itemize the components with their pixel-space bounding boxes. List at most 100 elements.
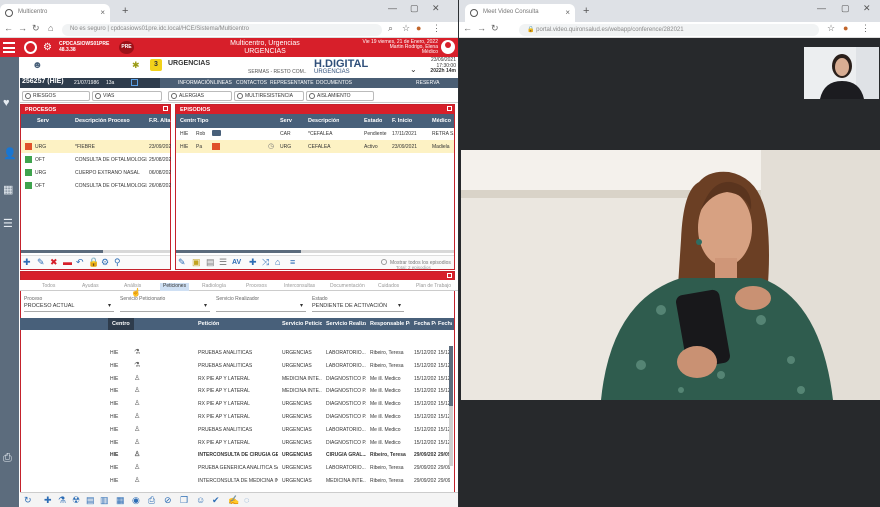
serv-real-dropdown-icon[interactable]: ▾ (300, 302, 303, 309)
hide-icon[interactable]: ◌ (244, 495, 249, 505)
user-avatar-icon[interactable] (441, 40, 455, 54)
reload-icon[interactable]: ↻ (32, 23, 40, 34)
orders-col-fecha2[interactable]: Fecha (438, 321, 452, 327)
orders-col-responsable[interactable]: Responsable Petición (370, 321, 410, 327)
minimize-icon[interactable]: — (388, 3, 397, 13)
tools-icon[interactable]: ⚙ (101, 257, 109, 268)
episodios-maximize-icon[interactable] (447, 106, 452, 111)
episodios-row[interactable]: HIE Rob CAR *CEFALEA Pendiente 17/11/202… (176, 127, 454, 140)
procesos-scrollbar[interactable] (21, 250, 170, 253)
add-icon[interactable]: ✚ (249, 257, 257, 268)
patient-checkbox[interactable] (131, 79, 138, 86)
orders-maximize-icon[interactable] (447, 273, 452, 278)
browser-menu-icon[interactable]: ⋮ (432, 23, 441, 34)
show-all-toggle[interactable] (381, 259, 387, 265)
user-icon[interactable]: 👤 (3, 147, 17, 160)
close-window-icon[interactable]: ✕ (863, 3, 871, 14)
episodios-col-serv[interactable]: Serv (280, 118, 292, 124)
view-icon[interactable]: ◉ (132, 495, 140, 506)
procesos-col-fecha[interactable]: F.R. Alta (149, 118, 171, 124)
episodios-col-medico[interactable]: Médico (432, 118, 454, 124)
orders-scroll-thumb[interactable] (449, 346, 453, 406)
maximize-icon[interactable]: ▢ (410, 3, 419, 14)
report-icon[interactable]: ▦ (116, 495, 125, 506)
settings-gear-icon[interactable]: ⚙ (43, 42, 52, 53)
order-row[interactable]: ♙ HIE PRUEBA GENERICA ANALITICA SA... URGEN… (20, 461, 452, 474)
remote-participant-video[interactable] (461, 150, 880, 400)
procesos-row[interactable]: OFT CONSULTA DE OFTALMOLOGÍA 26/08/2021 (21, 179, 171, 192)
person-icon[interactable]: ⚲ (114, 257, 121, 268)
filter-serv-real-field[interactable] (216, 311, 306, 312)
av-icon[interactable]: AV (232, 259, 241, 266)
orders-tab-plan[interactable]: Plan de Trabajo (416, 283, 451, 289)
forward-icon[interactable]: → (18, 23, 27, 33)
star-icon[interactable]: ☆ (827, 23, 835, 34)
orders-col-peticion[interactable]: Petición (198, 321, 219, 327)
procesos-col-serv[interactable]: Serv (37, 118, 49, 124)
order-row[interactable]: ♙ HIE RX PIE AP Y LATERAL URGENCIAS DIAGNÓST… (20, 436, 452, 449)
document-icon[interactable]: ▤ (86, 495, 95, 506)
cancel-icon[interactable]: ⊘ (164, 495, 172, 506)
order-row[interactable]: ⚗ HIE PRUEBAS ANALITICAS URGENCIAS LABORATOR… (20, 346, 452, 359)
close-window-icon[interactable]: ✕ (432, 3, 440, 14)
minimize-icon[interactable]: — (817, 3, 826, 13)
close-tab-icon[interactable]: × (100, 8, 105, 17)
orders-tab-ayudas[interactable]: Ayudas (82, 283, 99, 289)
back-icon[interactable]: ← (4, 23, 13, 33)
procesos-row[interactable]: URG CUERPO EXTRAÑO NASAL 06/08/2021 (21, 166, 171, 179)
estado-dropdown-icon[interactable]: ▾ (398, 302, 401, 309)
list-filter-icon[interactable]: ≡ (290, 257, 295, 267)
home-icon[interactable]: ⌂ (48, 23, 53, 33)
filter-aislamiento[interactable]: AISLAMIENTO (306, 91, 374, 101)
filter-riesgos[interactable]: RIESGOS (22, 91, 90, 101)
reload-icon[interactable]: ↻ (491, 23, 499, 34)
document-icon[interactable]: ▤ (206, 257, 215, 268)
browser-menu-icon[interactable]: ⋮ (861, 23, 870, 34)
order-row[interactable]: ♙ HIE PRUEBAS ANALITICAS URGENCIAS LABORATOR… (20, 423, 452, 436)
episodios-scrollbar[interactable] (176, 250, 454, 253)
episodios-col-inicio[interactable]: F. Inicio (392, 118, 412, 124)
order-row[interactable]: ⚗ HIE PRUEBAS ANALITICAS URGENCIAS LABORATOR… (20, 359, 452, 372)
profile-avatar-icon[interactable]: ● (843, 23, 848, 33)
filter-proceso-value[interactable]: PROCESO ACTUAL (24, 303, 74, 309)
order-row[interactable]: ♙ HIE RX PIE AP Y LATERAL URGENCIAS DIAGNÓST… (20, 410, 452, 423)
episodios-col-centro[interactable]: Centro (180, 118, 196, 124)
patient-tab-contactos[interactable]: CONTACTOS (236, 80, 267, 86)
delete-icon[interactable]: ✖ (50, 257, 58, 268)
allergy-icon[interactable]: ✱ (132, 60, 140, 71)
orders-col-serv-real[interactable]: Servicio Realizador (326, 321, 366, 327)
video-url-field[interactable]: 🔒 portal.video.quironsalud.es/webapp/con… (519, 24, 819, 36)
patient-tab-representante[interactable]: REPRESENTANTE (270, 80, 314, 86)
filter-multiresistencia[interactable]: MULTIRESISTENCIA (234, 91, 304, 101)
episodios-row[interactable]: HIE Pa ◷ URG CEFALEA Activo 23/09/2021 M… (176, 140, 454, 153)
orders-tab-documentacion[interactable]: Documentación (330, 283, 365, 289)
patient-icon[interactable]: ♥ (3, 97, 10, 109)
proceso-dropdown-icon[interactable]: ▾ (108, 302, 111, 309)
episodios-col-tipo[interactable]: Tipo (197, 118, 211, 124)
filter-serv-pet-field[interactable] (120, 311, 210, 312)
serv-pet-dropdown-icon[interactable]: ▾ (204, 302, 207, 309)
self-view-video[interactable] (804, 47, 879, 99)
orders-tab-cuidados[interactable]: Cuidados (378, 283, 399, 289)
browser-tab-video[interactable]: Meet Video Consulta × (465, 4, 575, 22)
patient-tab-documentos[interactable]: DOCUMENTOS (316, 80, 352, 86)
duplicate-icon[interactable]: ❐ (180, 495, 188, 506)
episodios-scroll-thumb[interactable] (176, 250, 302, 253)
hamburger-menu-icon[interactable] (3, 42, 15, 53)
order-row[interactable]: ♙ HIE INTERCONSULTA DE MEDICINA INT... URGE… (20, 474, 452, 487)
orders-tab-procesos[interactable]: Procesos (246, 283, 267, 289)
order-row[interactable]: ♙ HIE RX PIE AP Y LATERAL URGENCIAS DIAGNÓST… (20, 397, 452, 410)
procesos-row[interactable]: OFT CONSULTA DE OFTALMOLOGÍA 25/08/2021 (21, 153, 171, 166)
patient-tab-reserva[interactable]: RESERVA (416, 80, 439, 86)
palette-icon[interactable]: ▣ (192, 257, 201, 268)
procesos-col-descripcion[interactable]: Descripción Proceso (75, 118, 130, 124)
approve-icon[interactable]: ✔ (212, 495, 220, 506)
order-row[interactable]: ♙ HIE RX PIE AP Y LATERAL MEDICINA INTE... D… (20, 372, 452, 385)
edit-icon[interactable]: ✎ (178, 257, 186, 268)
sign-icon[interactable]: ✍ (228, 495, 239, 506)
lab-icon[interactable]: ⚗ (58, 495, 66, 506)
remove-icon[interactable]: ▬ (63, 257, 72, 267)
maximize-icon[interactable]: ▢ (841, 3, 850, 14)
orders-scrollbar[interactable] (449, 346, 453, 466)
undo-icon[interactable]: ↶ (76, 257, 84, 268)
